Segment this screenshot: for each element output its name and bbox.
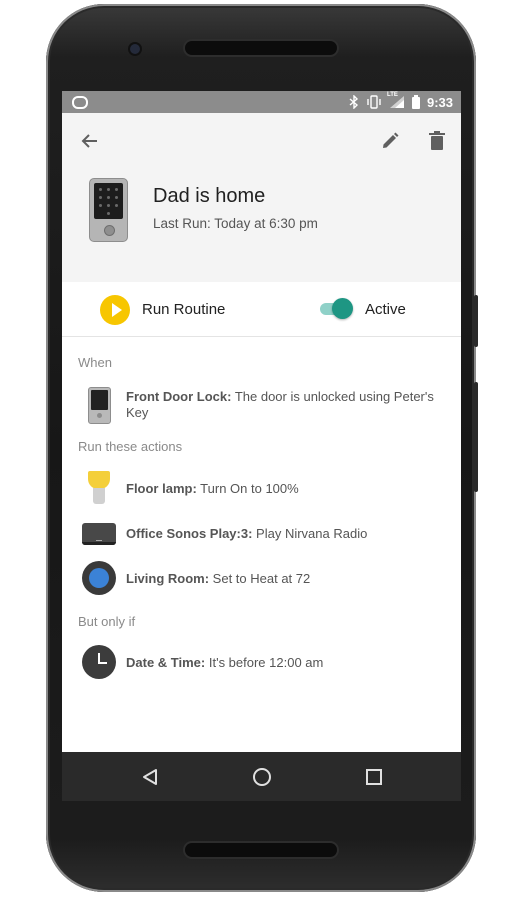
clock-time: 9:33 [426, 94, 453, 110]
run-routine-label[interactable]: Run Routine [142, 301, 225, 318]
trigger-device: Front Door Lock: [126, 389, 232, 404]
nav-home-button[interactable] [249, 764, 275, 790]
nav-recents-icon [366, 769, 382, 785]
edit-button[interactable] [376, 127, 404, 155]
back-button[interactable] [76, 127, 104, 155]
last-run-text: Last Run: Today at 6:30 pm [153, 216, 318, 231]
sonos-speaker-icon [82, 523, 116, 545]
action-description: Set to Heat at 72 [212, 571, 311, 586]
bottom-speaker-grille [185, 843, 337, 857]
action-device: Floor lamp: [126, 481, 197, 496]
navigation-bar [62, 752, 461, 801]
action-item[interactable]: Floor lamp: Turn On to 100% [62, 471, 461, 507]
routine-controls: Run Routine Active [62, 282, 461, 337]
condition-device: Date & Time: [126, 655, 206, 670]
status-bar: LTE 9:33 [62, 91, 461, 113]
battery-icon [411, 95, 420, 109]
notification-ring-icon [72, 96, 88, 109]
nav-back-button[interactable] [137, 764, 163, 790]
nav-back-icon [143, 769, 157, 785]
nav-recents-button[interactable] [361, 764, 387, 790]
volume-rocker [474, 382, 478, 492]
network-type-label: LTE [386, 92, 398, 98]
pencil-icon [383, 132, 399, 148]
action-description: Play Nirvana Radio [256, 526, 368, 541]
thermostat-icon [82, 561, 116, 595]
action-item[interactable]: Living Room: Set to Heat at 72 [62, 561, 461, 595]
action-description: Turn On to 100% [200, 481, 299, 496]
lamp-icon [88, 471, 110, 505]
run-routine-button[interactable] [100, 295, 130, 325]
section-actions: Run these actions [78, 439, 183, 454]
section-when: When [78, 355, 112, 370]
section-conditions: But only if [78, 614, 136, 629]
condition-description: It's before 12:00 am [208, 655, 324, 670]
nav-home-icon [253, 768, 271, 786]
play-icon [112, 303, 122, 317]
trash-icon [429, 131, 445, 150]
power-button [474, 295, 478, 347]
signal-icon: LTE [386, 92, 405, 109]
door-lock-icon [88, 387, 111, 424]
arrow-back-icon [81, 134, 97, 148]
app-screen: LTE 9:33 Dad is home Last Run: Today at … [62, 91, 461, 801]
action-item[interactable]: Office Sonos Play:3: Play Nirvana Radio [62, 523, 461, 547]
trigger-item[interactable]: Front Door Lock: The door is unlocked us… [62, 387, 461, 424]
delete-button[interactable] [423, 127, 451, 155]
routine-header: Dad is home Last Run: Today at 6:30 pm [62, 113, 461, 283]
clock-icon [82, 645, 116, 679]
bluetooth-icon [349, 95, 358, 109]
front-camera [130, 44, 140, 54]
action-device: Office Sonos Play:3: [126, 526, 253, 541]
action-device: Living Room: [126, 571, 210, 586]
active-toggle[interactable] [320, 298, 354, 320]
routine-title: Dad is home [153, 185, 266, 207]
smart-lock-image [89, 178, 128, 242]
top-speaker-grille [185, 41, 337, 55]
active-label: Active [365, 301, 406, 318]
condition-item[interactable]: Date & Time: It's before 12:00 am [62, 645, 461, 679]
vibrate-icon [367, 95, 381, 109]
